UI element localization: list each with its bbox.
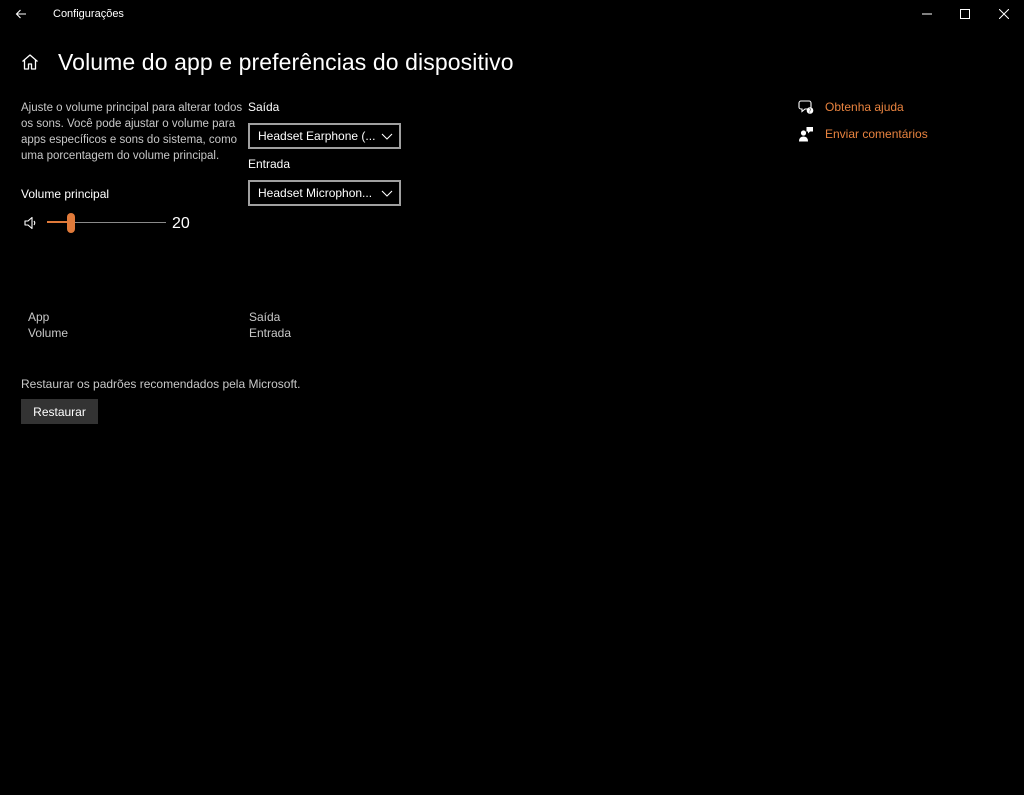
window-title: Configurações (53, 8, 124, 20)
help-chat-icon: ? (797, 98, 815, 116)
close-button[interactable] (981, 0, 1024, 28)
svg-text:?: ? (809, 108, 812, 114)
settings-window: Configurações Volume do app e preferênci… (0, 0, 1024, 795)
mute-button[interactable] (23, 215, 39, 231)
close-icon (999, 9, 1009, 19)
page-header: Volume do app e preferências do disposit… (20, 46, 514, 78)
get-help-link[interactable]: ? Obtenha ajuda (797, 98, 904, 116)
home-button[interactable] (20, 52, 40, 72)
restore-description: Restaurar os padrões recomendados pela M… (21, 377, 301, 391)
column-header-app: App (28, 310, 50, 324)
get-help-text: Obtenha ajuda (825, 100, 904, 114)
master-volume-row: 20 (21, 210, 201, 236)
feedback-person-icon (797, 125, 815, 143)
input-device-value: Headset Microphon... (258, 186, 373, 200)
output-device-dropdown[interactable]: Headset Earphone (... (248, 123, 401, 149)
minimize-icon (922, 13, 932, 15)
master-volume-value: 20 (172, 215, 190, 232)
speaker-icon (24, 216, 36, 230)
input-label: Entrada (248, 157, 291, 171)
title-bar: Configurações (0, 0, 1024, 30)
slider-thumb[interactable] (67, 213, 75, 233)
send-feedback-text: Enviar comentários (825, 127, 928, 141)
column-header-input: Entrada (249, 326, 292, 340)
chevron-down-icon (381, 190, 393, 197)
restore-button[interactable]: Restaurar (21, 399, 98, 424)
back-button[interactable] (8, 2, 34, 26)
column-header-output: Saída (249, 310, 281, 324)
output-label: Saída (248, 100, 280, 114)
column-header-volume: Volume (28, 326, 69, 340)
input-device-dropdown[interactable]: Headset Microphon... (248, 180, 401, 206)
back-arrow-icon (15, 9, 26, 19)
output-device-value: Headset Earphone (... (258, 129, 376, 143)
home-icon (22, 54, 38, 70)
send-feedback-link[interactable]: Enviar comentários (797, 125, 928, 143)
master-volume-slider[interactable] (47, 213, 166, 233)
chevron-down-icon (381, 133, 393, 140)
page-title: Volume do app e preferências do disposit… (58, 48, 514, 75)
description-text: Ajuste o volume principal para alterar t… (21, 102, 243, 162)
master-volume-label: Volume principal (21, 187, 110, 201)
maximize-icon (960, 9, 970, 19)
